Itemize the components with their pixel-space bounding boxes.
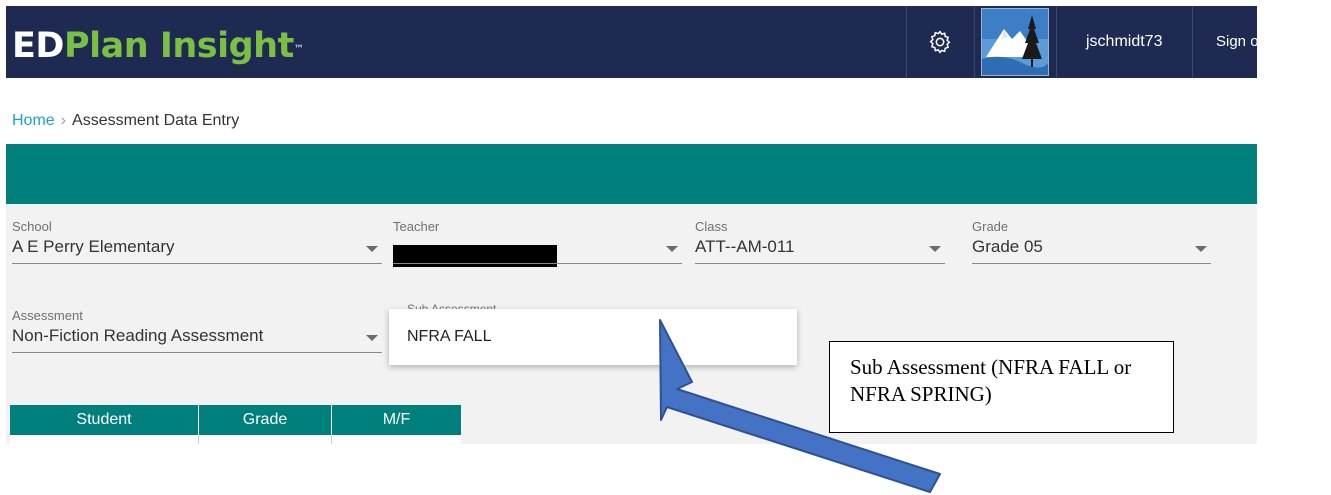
assessment-label: Assessment [12, 308, 83, 323]
header-divider [1056, 6, 1057, 78]
caret-down-icon[interactable] [666, 246, 678, 252]
gear-icon[interactable] [927, 29, 953, 55]
grade-value: Grade 05 [972, 237, 1043, 256]
field-underline [695, 263, 945, 264]
assessment-select[interactable]: Assessment Non-Fiction Reading Assessmen… [12, 308, 382, 364]
callout-line-1: Sub Assessment (NFRA FALL or [850, 355, 1132, 379]
column-header-grade[interactable]: Grade [198, 405, 331, 435]
breadcrumb-current: Assessment Data Entry [72, 112, 240, 129]
column-divider [198, 435, 199, 444]
field-underline [393, 263, 682, 264]
breadcrumb-separator: › [60, 112, 67, 129]
school-select[interactable]: School A E Perry Elementary [12, 219, 382, 275]
header-divider [906, 6, 907, 78]
header-divider [1192, 6, 1193, 78]
caret-down-icon[interactable] [929, 246, 941, 252]
teacher-select[interactable]: Teacher [393, 219, 682, 275]
assessment-value: Non-Fiction Reading Assessment [12, 326, 264, 345]
teacher-label: Teacher [393, 219, 440, 234]
annotation-callout: Sub Assessment (NFRA FALL or NFRA SPRING… [829, 341, 1174, 433]
student-table: Student Grade M/F [10, 405, 461, 444]
field-underline [12, 352, 382, 353]
sign-out-link[interactable]: Sign out [1216, 33, 1257, 50]
username[interactable]: jschmidt73 [1086, 33, 1162, 51]
grade-label: Grade [972, 219, 1009, 234]
district-logo [981, 8, 1049, 76]
header-divider [974, 6, 975, 78]
school-value: A E Perry Elementary [12, 237, 175, 256]
field-underline [972, 263, 1211, 264]
app-logo[interactable]: EDPlan Insight™ [12, 26, 304, 66]
column-header-student[interactable]: Student [10, 405, 198, 435]
breadcrumb: Home › Assessment Data Entry [12, 112, 239, 130]
school-label: School [12, 219, 52, 234]
field-underline [12, 263, 382, 264]
page-banner [6, 144, 1257, 204]
caret-down-icon[interactable] [1195, 246, 1207, 252]
table-body [10, 435, 461, 444]
class-value: ATT--AM-011 [695, 237, 795, 256]
app-header: EDPlan Insight™ jschmidt73 Sign out [6, 6, 1257, 78]
column-header-mf[interactable]: M/F [331, 405, 461, 435]
caret-down-icon[interactable] [366, 246, 378, 252]
class-label: Class [695, 219, 728, 234]
class-select[interactable]: Class ATT--AM-011 [695, 219, 945, 275]
breadcrumb-home-link[interactable]: Home [12, 112, 55, 129]
caret-down-icon[interactable] [366, 335, 378, 341]
column-divider [331, 435, 332, 444]
sub-assessment-option[interactable]: NFRA FALL [407, 328, 491, 346]
grade-select[interactable]: Grade Grade 05 [972, 219, 1211, 275]
callout-line-2: NFRA SPRING) [850, 382, 992, 406]
